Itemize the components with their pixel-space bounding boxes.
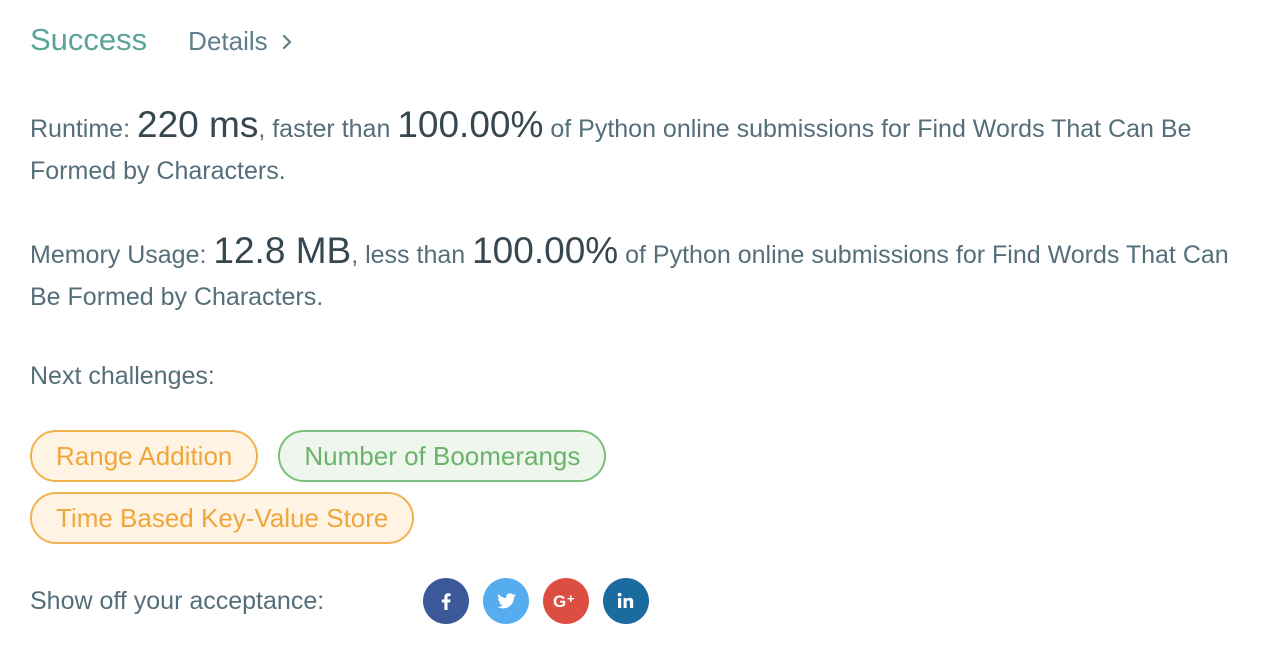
twitter-icon[interactable] xyxy=(483,578,529,624)
memory-compare: , less than xyxy=(351,241,466,269)
challenge-range-addition[interactable]: Range Addition xyxy=(30,430,259,482)
details-link[interactable]: Details xyxy=(188,26,291,57)
memory-value: 12.8 MB xyxy=(213,230,352,271)
status-label: Success xyxy=(30,22,148,57)
memory-suffix: of Python online submissions for Find Wo… xyxy=(30,241,1229,311)
result-header: Success Details xyxy=(30,22,292,58)
svg-text:G: G xyxy=(553,592,566,611)
next-challenges-label: Next challenges: xyxy=(30,362,215,390)
share-label: Show off your acceptance: xyxy=(30,586,325,615)
runtime-summary: Runtime: 220 ms, faster than 100.00% of … xyxy=(30,104,1230,192)
challenge-number-of-boomerangs[interactable]: Number of Boomerangs xyxy=(278,430,607,482)
runtime-compare: , faster than xyxy=(258,115,391,143)
chevron-right-icon xyxy=(282,34,291,49)
details-label: Details xyxy=(188,26,268,56)
svg-text:+: + xyxy=(567,591,575,606)
memory-summary: Memory Usage: 12.8 MB, less than 100.00%… xyxy=(30,230,1230,318)
facebook-icon[interactable] xyxy=(423,578,469,624)
memory-label: Memory Usage: xyxy=(30,241,207,269)
google-plus-icon[interactable]: G + xyxy=(543,578,589,624)
runtime-percent: 100.00% xyxy=(397,104,544,145)
runtime-label: Runtime: xyxy=(30,115,131,143)
share-row: Show off your acceptance: G + xyxy=(30,578,649,624)
linkedin-icon[interactable] xyxy=(603,578,649,624)
share-icons: G + xyxy=(423,578,649,624)
runtime-value: 220 ms xyxy=(137,104,259,145)
challenge-time-based-key-value-store[interactable]: Time Based Key-Value Store xyxy=(30,492,415,544)
memory-percent: 100.00% xyxy=(472,230,619,271)
next-challenges-list: Range Addition Number of Boomerangs Time… xyxy=(30,430,750,544)
